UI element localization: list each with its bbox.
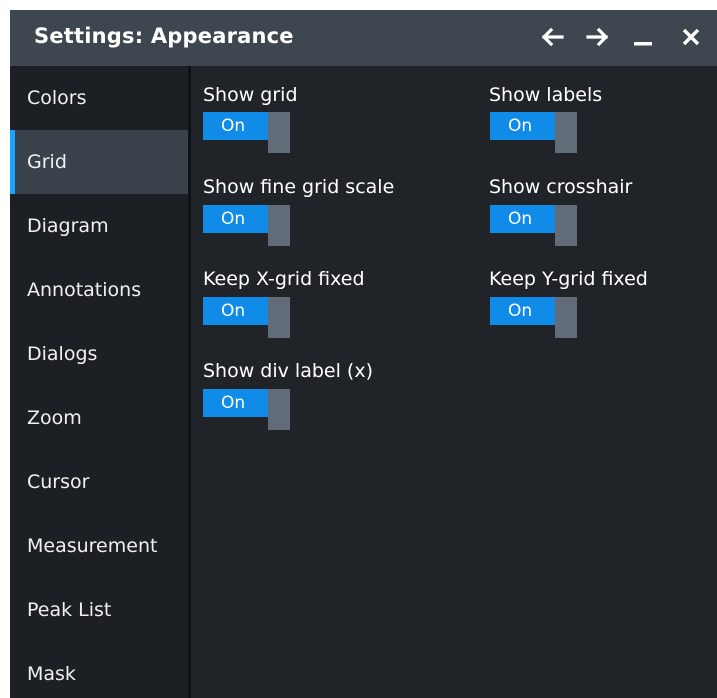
toggle-knob <box>268 297 290 338</box>
toggle-knob <box>268 389 290 430</box>
sidebar-item-dialogs[interactable]: Dialogs <box>10 322 188 386</box>
toggle-knob <box>555 112 577 153</box>
arrow-left-icon <box>541 27 564 47</box>
show-labels-toggle[interactable]: On <box>490 112 577 153</box>
sidebar-item-colors[interactable]: Colors <box>10 66 188 130</box>
sidebar-item-measurement[interactable]: Measurement <box>10 514 188 578</box>
sidebar-item-label: Zoom <box>27 407 82 429</box>
sidebar-item-label: Measurement <box>27 535 158 557</box>
settings-dialog: Settings: Appearance Colors Grid Diagram… <box>10 10 717 698</box>
sidebar-item-label: Dialogs <box>27 343 98 365</box>
show-grid-label: Show grid <box>203 84 298 106</box>
back-button[interactable] <box>535 20 569 54</box>
minimize-icon <box>634 42 652 46</box>
toggle-on-state: On <box>203 205 268 233</box>
forward-button[interactable] <box>581 20 615 54</box>
keep-y-grid-fixed-toggle[interactable]: On <box>490 297 577 338</box>
toggle-on-state: On <box>203 112 268 140</box>
sidebar-nav: Colors Grid Diagram Annotations Dialogs … <box>10 66 191 698</box>
show-grid-toggle[interactable]: On <box>203 112 290 153</box>
sidebar-item-label: Peak List <box>27 599 112 621</box>
keep-x-grid-fixed-label: Keep X-grid fixed <box>203 268 365 290</box>
sidebar-item-label: Cursor <box>27 471 90 493</box>
toggle-on-state: On <box>203 389 268 417</box>
keep-y-grid-fixed-label: Keep Y-grid fixed <box>489 268 648 290</box>
sidebar-item-label: Mask <box>27 663 76 685</box>
show-labels-label: Show labels <box>489 84 603 106</box>
show-crosshair-toggle[interactable]: On <box>490 205 577 246</box>
keep-x-grid-fixed-toggle[interactable]: On <box>203 297 290 338</box>
sidebar-item-mask[interactable]: Mask <box>10 642 188 698</box>
sidebar-item-label: Colors <box>27 87 87 109</box>
sidebar-item-label: Annotations <box>27 279 142 301</box>
sidebar-item-zoom[interactable]: Zoom <box>10 386 188 450</box>
sidebar-item-label: Grid <box>27 151 67 173</box>
dialog-title: Settings: Appearance <box>34 24 294 48</box>
toggle-knob <box>555 297 577 338</box>
sidebar-item-annotations[interactable]: Annotations <box>10 258 188 322</box>
toggle-on-state: On <box>490 205 555 233</box>
close-icon <box>682 28 700 46</box>
sidebar-item-grid[interactable]: Grid <box>10 130 188 194</box>
toggle-knob <box>555 205 577 246</box>
arrow-right-icon <box>586 27 609 47</box>
toggle-on-state: On <box>203 297 268 325</box>
show-div-label-x-label: Show div label (x) <box>203 360 373 382</box>
grid-settings-panel: Show grid On Show labels On Show fine gr… <box>191 66 717 698</box>
toggle-on-state: On <box>490 112 555 140</box>
active-indicator <box>10 130 15 194</box>
sidebar-item-cursor[interactable]: Cursor <box>10 450 188 514</box>
close-button[interactable] <box>674 20 708 54</box>
minimize-button[interactable] <box>626 20 660 54</box>
title-bar: Settings: Appearance <box>10 10 717 66</box>
show-fine-grid-scale-label: Show fine grid scale <box>203 176 395 198</box>
show-fine-grid-scale-toggle[interactable]: On <box>203 205 290 246</box>
sidebar-item-peak-list[interactable]: Peak List <box>10 578 188 642</box>
sidebar-item-diagram[interactable]: Diagram <box>10 194 188 258</box>
sidebar-item-label: Diagram <box>27 215 109 237</box>
toggle-knob <box>268 205 290 246</box>
toggle-on-state: On <box>490 297 555 325</box>
show-div-label-x-toggle[interactable]: On <box>203 389 290 430</box>
toggle-knob <box>268 112 290 153</box>
show-crosshair-label: Show crosshair <box>489 176 633 198</box>
